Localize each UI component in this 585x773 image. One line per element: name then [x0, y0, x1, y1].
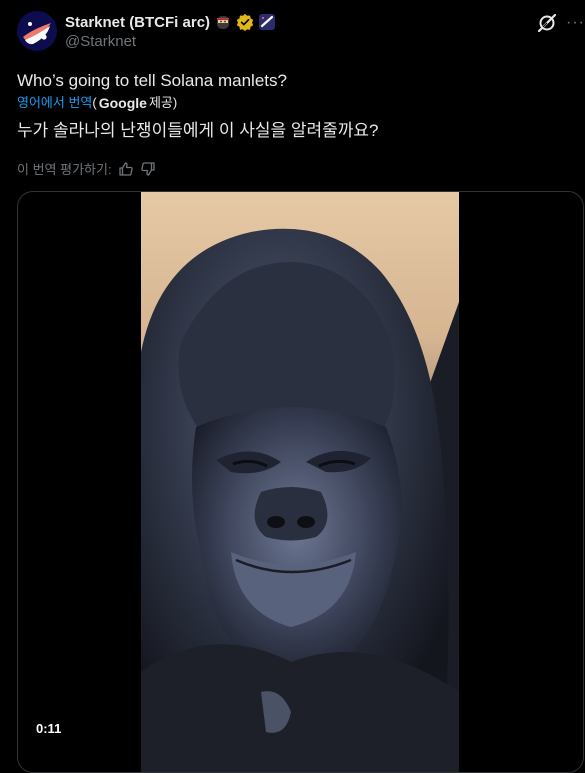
- avatar[interactable]: [17, 11, 57, 51]
- thumbs-up-icon[interactable]: [118, 161, 134, 177]
- provider-suffix: 제공): [148, 95, 178, 110]
- author-handle[interactable]: @Starknet: [65, 33, 136, 50]
- gorilla-video-frame[interactable]: [141, 192, 459, 772]
- provider-open-paren: (: [92, 95, 97, 110]
- starknet-emoji-icon: [258, 13, 276, 31]
- author-name-row: Starknet (BTCFi arc): [65, 12, 276, 32]
- video-duration-badge: 0:11: [30, 719, 68, 739]
- post-text: Who’s going to tell Solana manlets?: [17, 71, 287, 90]
- rate-translation-row: 이 번역 평가하기:: [17, 159, 156, 178]
- more-icon[interactable]: ···: [566, 12, 585, 34]
- video-player[interactable]: 0:11: [17, 191, 584, 773]
- post-header: Starknet (BTCFi arc) @Starknet ···: [0, 0, 585, 64]
- grok-icon[interactable]: [536, 12, 558, 34]
- rate-translation-label: 이 번역 평가하기:: [17, 162, 112, 177]
- thumbs-down-icon[interactable]: [140, 161, 156, 177]
- google-logo: Google: [98, 95, 147, 111]
- gorilla-illustration: [141, 192, 459, 772]
- ninja-emoji-icon: [214, 13, 232, 31]
- verified-gold-badge-icon[interactable]: [236, 13, 254, 31]
- translated-text: 누가 솔라나의 난쟁이들에게 이 사실을 알려줄까요?: [17, 121, 379, 140]
- show-original-link[interactable]: 영어에서 번역: [17, 95, 92, 111]
- author-display-name[interactable]: Starknet (BTCFi arc): [65, 14, 210, 31]
- translation-attribution: 영어에서 번역 ( Google 제공): [17, 95, 177, 111]
